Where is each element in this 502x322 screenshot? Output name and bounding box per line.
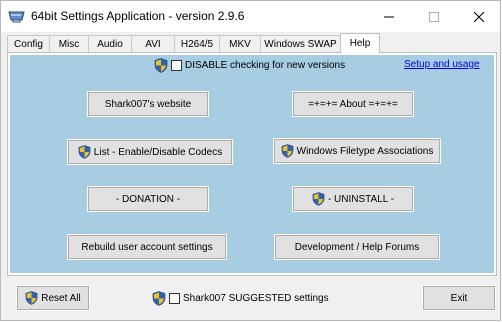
donation-button-label: - DONATION -: [115, 193, 181, 205]
filetype-associations-button-label: Windows Filetype Associations: [296, 145, 434, 157]
suggested-settings-row: Shark007 SUGGESTED settings: [152, 291, 329, 306]
minimize-button[interactable]: [366, 1, 411, 32]
window-title: 64bit Settings Application - version 2.9…: [31, 9, 245, 23]
tab-misc[interactable]: Misc: [49, 35, 89, 52]
uac-shield-icon: [312, 192, 325, 206]
uninstall-button-label: - UNINSTALL -: [327, 193, 395, 205]
help-panel: DISABLE checking for new versions Setup …: [10, 55, 494, 273]
uac-shield-icon: [281, 144, 294, 158]
uac-shield-icon: [25, 291, 38, 305]
disable-version-check-row: DISABLE checking for new versions: [154, 58, 345, 73]
reset-all-button-label: Reset All: [41, 292, 81, 304]
settings-window: 64bit Settings Application - version 2.9…: [0, 0, 501, 321]
disable-version-check-checkbox[interactable]: [171, 60, 182, 71]
uac-shield-icon: [152, 291, 166, 306]
tab-strip: Config Misc Audio AVI H264/5 MKV Windows…: [7, 33, 497, 53]
suggested-settings-checkbox[interactable]: [169, 293, 180, 304]
maximize-button[interactable]: [411, 1, 456, 32]
donation-button[interactable]: - DONATION -: [87, 186, 209, 212]
help-forums-button-label: Development / Help Forums: [294, 241, 420, 253]
tab-mkv[interactable]: MKV: [219, 35, 261, 52]
tab-config[interactable]: Config: [7, 35, 50, 52]
app-icon: [8, 9, 26, 24]
tab-avi[interactable]: AVI: [131, 35, 175, 52]
filetype-associations-button[interactable]: Windows Filetype Associations: [273, 138, 441, 164]
uninstall-button[interactable]: - UNINSTALL -: [292, 186, 414, 212]
rebuild-settings-button[interactable]: Rebuild user account settings: [67, 234, 227, 260]
close-button[interactable]: [456, 1, 501, 32]
exit-button[interactable]: Exit: [422, 285, 496, 311]
website-button[interactable]: Shark007's website: [87, 91, 209, 117]
suggested-settings-label: Shark007 SUGGESTED settings: [183, 293, 329, 304]
rebuild-settings-button-label: Rebuild user account settings: [81, 241, 213, 253]
reset-all-button[interactable]: Reset All: [16, 285, 90, 311]
codecs-button[interactable]: List - Enable/Disable Codecs: [67, 139, 233, 165]
tab-help[interactable]: Help: [340, 33, 380, 53]
about-button[interactable]: =+=+= About =+=+=: [292, 91, 414, 117]
title-bar[interactable]: 64bit Settings Application - version 2.9…: [1, 1, 500, 32]
help-forums-button[interactable]: Development / Help Forums: [274, 234, 440, 260]
exit-button-label: Exit: [450, 292, 468, 304]
setup-usage-link[interactable]: Setup and usage: [404, 59, 480, 70]
codecs-button-label: List - Enable/Disable Codecs: [93, 146, 223, 158]
about-button-label: =+=+= About =+=+=: [308, 98, 398, 110]
close-icon: [473, 11, 484, 22]
uac-shield-icon: [154, 58, 168, 73]
uac-shield-icon: [78, 145, 91, 159]
tab-audio[interactable]: Audio: [88, 35, 132, 52]
tab-windows-swap[interactable]: Windows SWAP: [260, 35, 341, 52]
website-button-label: Shark007's website: [104, 98, 192, 110]
disable-version-check-label: DISABLE checking for new versions: [185, 60, 346, 71]
tab-h264-5[interactable]: H264/5: [174, 35, 220, 52]
